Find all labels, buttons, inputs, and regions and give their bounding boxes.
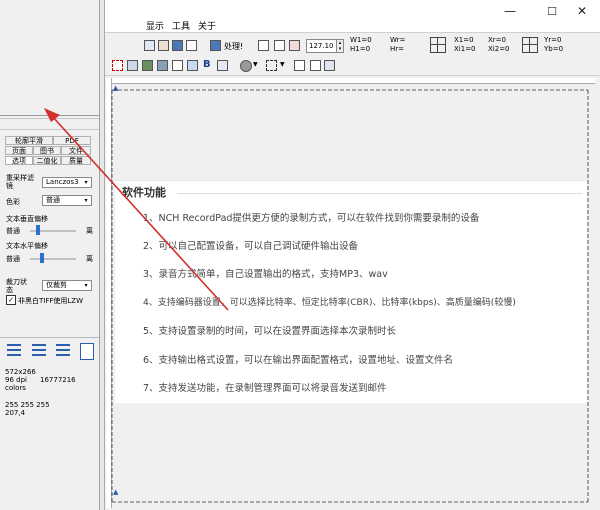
annotation-arrow [44, 108, 229, 311]
